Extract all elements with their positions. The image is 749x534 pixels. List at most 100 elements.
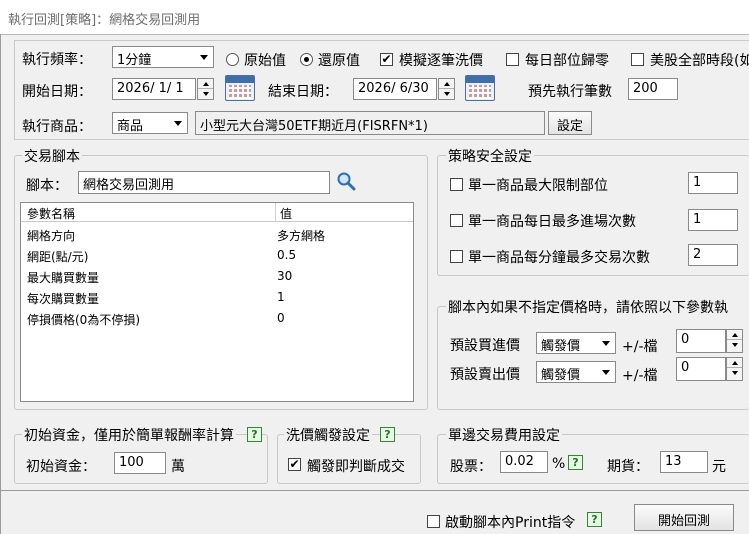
table-row[interactable]: 網距(點/元) 0.5 — [21, 245, 413, 265]
daily-reset-label: 每日部位歸零 — [525, 53, 609, 69]
stock-fee-field[interactable]: 0.02 — [500, 451, 548, 473]
start-date-label: 開始日期： — [22, 84, 92, 100]
product-type-select[interactable]: 商品 — [112, 112, 188, 134]
buy-tick-label: +/-檔 — [622, 339, 658, 355]
table-row[interactable]: 每次購買數量 1 — [21, 287, 413, 307]
safety-group-title: 策略安全設定 — [446, 146, 534, 166]
preexec-field[interactable]: 200 — [628, 78, 678, 100]
per-minute-trades-label: 單一商品每分鐘最多交易次數 — [468, 250, 650, 266]
sell-price-value: 觸發價 — [541, 368, 581, 383]
radio-original-label: 原始值 — [244, 53, 286, 69]
start-date-spinner[interactable] — [197, 78, 214, 100]
search-icon[interactable] — [336, 171, 356, 191]
futures-fee-label: 期貨： — [607, 459, 649, 475]
per-minute-trades-checkbox[interactable] — [450, 250, 463, 263]
spinner-down-icon[interactable] — [727, 368, 742, 378]
trigger-checkbox[interactable]: ✔ — [288, 458, 301, 471]
futures-fee-unit: 元 — [712, 459, 726, 475]
start-backtest-button[interactable]: 開始回測 — [634, 504, 734, 531]
end-date-label: 結束日期： — [268, 84, 338, 100]
radio-restored-label: 還原值 — [318, 53, 360, 69]
price-defaults-title: 腳本內如果不指定價格時，請依照以下參數執 — [446, 297, 749, 317]
daily-entries-checkbox[interactable] — [450, 214, 463, 227]
sell-price-label: 預設賣出價 — [450, 367, 520, 383]
trigger-label: 觸發即判斷成交 — [307, 459, 405, 475]
max-position-label: 單一商品最大限制部位 — [468, 178, 608, 194]
buy-tick-field[interactable]: 0 — [676, 329, 726, 353]
print-command-checkbox[interactable] — [427, 515, 440, 528]
footer-divider — [0, 490, 749, 491]
buy-price-value: 觸發價 — [541, 339, 581, 354]
param-table-header: 參數名稱 值 — [21, 203, 413, 222]
param-value: 1 — [277, 290, 285, 304]
param-name: 每次購買數量 — [27, 292, 100, 306]
help-icon[interactable]: ? — [380, 427, 395, 442]
simulate-tick-checkbox[interactable]: ✔ — [380, 53, 393, 66]
script-label: 腳本： — [26, 178, 68, 194]
per-minute-trades-field[interactable]: 2 — [688, 244, 738, 266]
spinner-up-icon[interactable] — [727, 330, 742, 340]
spinner-up-icon[interactable] — [198, 79, 213, 89]
product-name-field[interactable]: 小型元大台灣50ETF期近月(FISRFN*1) — [195, 111, 545, 135]
end-date-field[interactable]: 2026/ 6/30 — [353, 78, 437, 100]
sell-tick-label: +/-檔 — [622, 368, 658, 384]
stock-fee-unit: % — [552, 456, 566, 472]
radio-original[interactable] — [226, 53, 239, 66]
capital-group-title: 初始資金，僅用於簡單報酬率計算 — [22, 425, 236, 445]
start-date-field[interactable]: 2026/ 1/ 1 — [112, 78, 196, 100]
chevron-down-icon[interactable] — [598, 363, 614, 381]
column-header-value[interactable]: 值 — [280, 205, 292, 222]
simulate-tick-label: 模擬逐筆洗價 — [399, 53, 483, 69]
table-row[interactable]: 網格方向 多方網格 — [21, 224, 413, 244]
spinner-up-icon[interactable] — [727, 358, 742, 368]
spinner-down-icon[interactable] — [727, 340, 742, 350]
max-position-checkbox[interactable] — [450, 178, 463, 191]
daily-reset-checkbox[interactable] — [506, 53, 519, 66]
calendar-icon[interactable] — [225, 75, 255, 101]
sell-price-select[interactable]: 觸發價 — [536, 361, 616, 383]
max-position-field[interactable]: 1 — [688, 172, 738, 194]
help-icon[interactable]: ? — [247, 427, 262, 442]
trigger-group-title: 洗價觸發設定 — [284, 425, 372, 445]
frequency-select[interactable]: 1分鐘 — [112, 46, 214, 68]
preexec-label: 預先執行筆數 — [528, 84, 612, 100]
end-date-spinner[interactable] — [438, 78, 455, 100]
script-field[interactable]: 網格交易回測用 — [78, 171, 330, 194]
help-icon[interactable]: ? — [587, 512, 602, 527]
radio-restored[interactable] — [300, 53, 313, 66]
column-header-name[interactable]: 參數名稱 — [27, 205, 75, 222]
sell-tick-field[interactable]: 0 — [676, 357, 726, 381]
param-name: 最大購買數量 — [27, 271, 100, 285]
chevron-down-icon[interactable] — [598, 334, 614, 352]
chevron-down-icon[interactable] — [170, 114, 186, 132]
table-row[interactable]: 最大購買數量 30 — [21, 266, 413, 286]
us-all-session-checkbox[interactable] — [631, 53, 644, 66]
help-icon[interactable]: ? — [568, 455, 583, 470]
fees-group-title: 單邊交易費用設定 — [446, 425, 562, 445]
buy-price-select[interactable]: 觸發價 — [536, 332, 616, 354]
sell-tick-spinner[interactable] — [726, 357, 743, 381]
print-command-label: 啟動腳本內Print指令 — [445, 515, 576, 531]
param-table[interactable]: 參數名稱 值 網格方向 多方網格 網距(點/元) 0.5 最大購買數量 30 每… — [20, 202, 414, 402]
daily-entries-label: 單一商品每日最多進場次數 — [468, 214, 636, 230]
param-name: 停損價格(0為不停損) — [27, 313, 140, 327]
script-group-title: 交易腳本 — [22, 146, 82, 166]
column-divider[interactable] — [275, 203, 276, 222]
futures-fee-field[interactable]: 13 — [660, 451, 708, 473]
spinner-down-icon[interactable] — [198, 89, 213, 99]
capital-label: 初始資金： — [26, 459, 96, 475]
param-value: 多方網格 — [277, 229, 326, 243]
buy-tick-spinner[interactable] — [726, 329, 743, 353]
product-set-button[interactable]: 設定 — [548, 111, 592, 135]
frequency-label: 執行頻率： — [22, 52, 92, 68]
spinner-down-icon[interactable] — [439, 89, 454, 99]
spinner-up-icon[interactable] — [439, 79, 454, 89]
table-row[interactable]: 停損價格(0為不停損) 0 — [21, 308, 413, 328]
daily-entries-field[interactable]: 1 — [688, 209, 738, 231]
param-value: 0 — [277, 311, 285, 325]
param-name: 網距(點/元) — [27, 250, 89, 264]
capital-unit: 萬 — [171, 459, 185, 475]
chevron-down-icon[interactable] — [196, 48, 212, 66]
calendar-icon[interactable] — [465, 75, 495, 101]
capital-field[interactable]: 100 — [114, 452, 166, 474]
